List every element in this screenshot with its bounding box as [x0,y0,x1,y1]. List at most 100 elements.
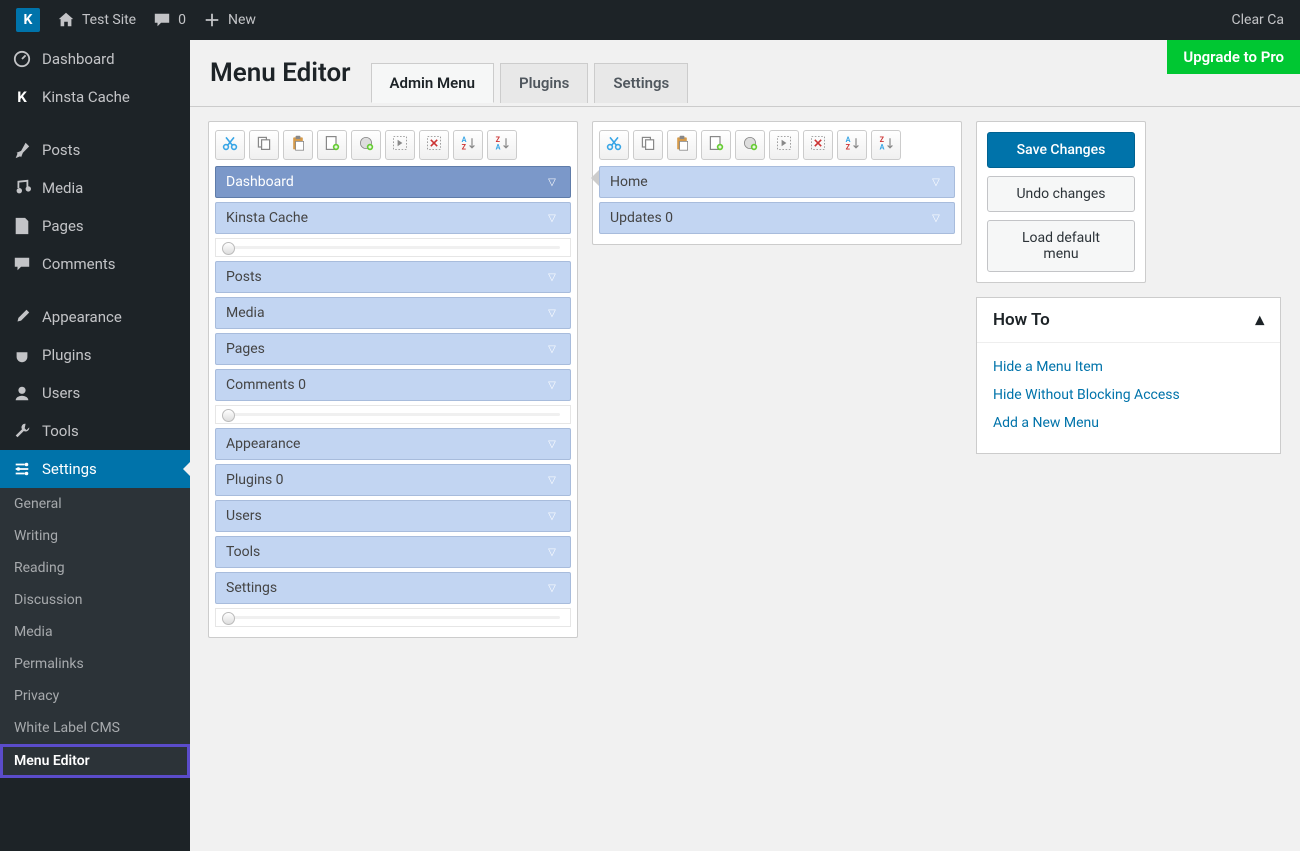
show-button[interactable] [769,130,799,160]
menu-item[interactable]: Media [215,297,571,329]
menu-item[interactable]: Comments 0 [215,369,571,401]
cut-button[interactable] [599,130,629,160]
sortaz-button[interactable]: AZ [837,130,867,160]
brush-icon [12,307,32,327]
howto-link[interactable]: Hide Without Blocking Access [993,381,1264,409]
menu-item[interactable]: Plugins 0 [215,464,571,496]
site-link[interactable]: Test Site [48,0,144,40]
expand-icon[interactable] [544,436,560,452]
clear-cache-link[interactable]: Clear Ca [1224,0,1293,40]
expand-icon[interactable] [544,508,560,524]
subitem-reading[interactable]: Reading [0,552,190,584]
copy-icon [640,135,656,155]
sortaz-button[interactable]: AZ [453,130,483,160]
subitem-permalinks[interactable]: Permalinks [0,648,190,680]
menu-separator[interactable] [215,238,571,257]
comment-icon [12,254,32,274]
tab-plugins[interactable]: Plugins [500,63,588,103]
subitem-general[interactable]: General [0,488,190,520]
subitem-writing[interactable]: Writing [0,520,190,552]
new-link[interactable]: New [194,0,264,40]
sidebar-item-comments[interactable]: Comments [0,245,190,283]
show-button[interactable] [385,130,415,160]
subitem-menu-editor[interactable]: Menu Editor [0,744,190,778]
menu-item[interactable]: Posts [215,261,571,293]
load-default-button[interactable]: Load default menu [987,220,1135,272]
kinsta-logo[interactable]: K [8,0,48,40]
paste-icon [290,135,306,155]
subitem-white-label[interactable]: White Label CMS [0,712,190,744]
sidebar-item-kinsta[interactable]: K Kinsta Cache [0,78,190,116]
newsep-button[interactable] [735,130,765,160]
expand-icon[interactable] [544,210,560,226]
admin-sidebar: Dashboard K Kinsta Cache Posts Media Pag… [0,40,190,851]
sidebar-item-appearance[interactable]: Appearance [0,298,190,336]
menu-item[interactable]: Dashboard [215,166,571,198]
expand-icon[interactable] [544,580,560,596]
newsep-button[interactable] [351,130,381,160]
subitem-discussion[interactable]: Discussion [0,584,190,616]
sortza-button[interactable]: ZA [871,130,901,160]
users-icon [12,383,32,403]
paste-button[interactable] [667,130,697,160]
separator-handle [226,616,560,619]
howto-link[interactable]: Hide a Menu Item [993,353,1264,381]
menu-item[interactable]: Pages [215,333,571,365]
menu-item[interactable]: Tools [215,536,571,568]
sidebar-item-settings[interactable]: Settings [0,450,190,488]
menu-item[interactable]: Appearance [215,428,571,460]
hide-button[interactable] [419,130,449,160]
menu-item[interactable]: Home [599,166,955,198]
howto-link[interactable]: Add a New Menu [993,409,1264,437]
hide-icon [810,135,826,155]
expand-icon[interactable] [544,174,560,190]
media-icon [12,178,32,198]
copy-button[interactable] [633,130,663,160]
new-button[interactable] [317,130,347,160]
menu-item-label: Users [226,508,262,524]
menu-item[interactable]: Users [215,500,571,532]
copy-button[interactable] [249,130,279,160]
sidebar-item-dashboard[interactable]: Dashboard [0,40,190,78]
menu-separator[interactable] [215,405,571,424]
howto-body: Hide a Menu ItemHide Without Blocking Ac… [977,343,1280,453]
new-button[interactable] [701,130,731,160]
tab-settings[interactable]: Settings [594,63,688,103]
undo-button[interactable]: Undo changes [987,176,1135,212]
sidebar-separator [0,116,190,131]
comments-link[interactable]: 0 [144,0,194,40]
sidebar-item-users[interactable]: Users [0,374,190,412]
svg-text:Z: Z [462,142,467,151]
sidebar-item-media[interactable]: Media [0,169,190,207]
tab-admin-menu[interactable]: Admin Menu [371,63,494,103]
cut-button[interactable] [215,130,245,160]
menu-item[interactable]: Kinsta Cache [215,202,571,234]
expand-icon[interactable] [544,472,560,488]
hide-button[interactable] [803,130,833,160]
paste-button[interactable] [283,130,313,160]
sidebar-item-posts[interactable]: Posts [0,131,190,169]
save-button[interactable]: Save Changes [987,132,1135,168]
menu-item[interactable]: Updates 0 [599,202,955,234]
expand-icon[interactable] [544,341,560,357]
page-header: Menu Editor Admin Menu Plugins Settings [190,40,1300,107]
sidebar-item-tools[interactable]: Tools [0,412,190,450]
pin-icon [12,140,32,160]
howto-header[interactable]: How To ▴ [977,298,1280,343]
menu-separator[interactable] [215,608,571,627]
expand-icon[interactable] [544,269,560,285]
menu-item[interactable]: Settings [215,572,571,604]
expand-icon[interactable] [928,174,944,190]
subitem-privacy[interactable]: Privacy [0,680,190,712]
menu-item-label: Dashboard [226,174,294,190]
expand-icon[interactable] [928,210,944,226]
expand-icon[interactable] [544,377,560,393]
sidebar-item-plugins[interactable]: Plugins [0,336,190,374]
expand-icon[interactable] [544,544,560,560]
menu-item-label: Updates 0 [610,210,673,226]
subitem-media[interactable]: Media [0,616,190,648]
sortza-button[interactable]: ZA [487,130,517,160]
editor-row: AZZA DashboardKinsta CachePostsMediaPage… [190,107,1300,652]
expand-icon[interactable] [544,305,560,321]
sidebar-item-pages[interactable]: Pages [0,207,190,245]
